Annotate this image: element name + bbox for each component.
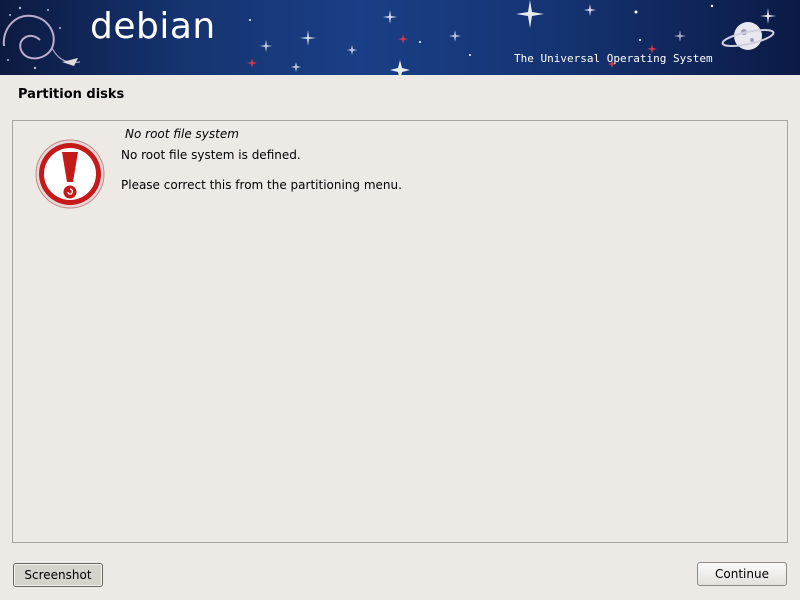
rocket-icon	[62, 58, 78, 66]
message-text: No root file system is defined.	[121, 148, 301, 162]
screenshot-button[interactable]: Screenshot	[13, 563, 103, 587]
warning-icon	[35, 139, 105, 209]
debian-swirl-logo	[2, 14, 81, 64]
page-title: Partition disks	[18, 87, 125, 102]
header-banner: debian The Universal Operating System	[0, 0, 800, 75]
message-heading: No root file system	[125, 127, 239, 141]
banner-tagline: The Universal Operating System	[514, 52, 713, 65]
planet-icon	[721, 22, 775, 50]
debian-logo-text: debian	[90, 6, 216, 47]
message-panel: No root file system No root file system …	[12, 120, 788, 543]
message-instruction: Please correct this from the partitionin…	[121, 178, 402, 192]
continue-button[interactable]: Continue	[697, 562, 787, 586]
